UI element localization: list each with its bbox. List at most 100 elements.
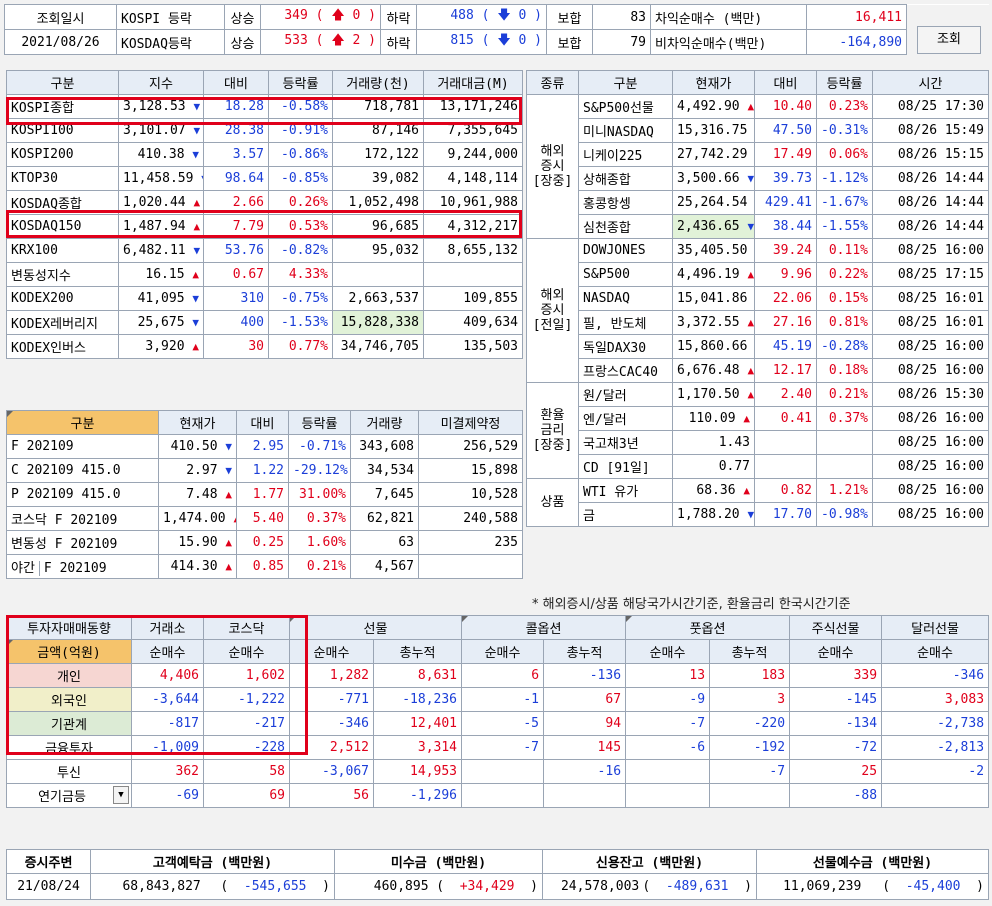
futures-change: 2.95 xyxy=(236,434,289,459)
index-row[interactable]: KOSDAQ종합 1,020.44 ▲ 2.66 0.26% 1,052,498 10,9… xyxy=(6,190,523,215)
funds-col-header: 신용잔고 (백만원) xyxy=(542,849,757,874)
investor-value xyxy=(543,783,627,808)
index-rate: -0.58% xyxy=(268,94,333,119)
futures-row[interactable]: F 202109 410.50 ▼ 2.95 -0.71% 343,608 256,529 xyxy=(6,434,523,459)
world-col-header: 시간 xyxy=(872,70,989,95)
investor-row[interactable]: 금융투자 -1,009 -228 2,512 3,314 -7 145 -6 -192 -72 -2… xyxy=(6,735,990,760)
rise-count: 349 ( 🡅 0 ) xyxy=(260,4,381,30)
futures-name: C 202109 415.0 xyxy=(6,458,159,483)
world-row[interactable]: 니케이22527,742.29 ▲17.490.06%08/26 15:15 xyxy=(527,142,989,167)
world-group-label: 상품 xyxy=(526,478,579,527)
index-row[interactable]: KOSPI100 3,101.07 ▼ 28.38 -0.91% 87,146 7,355… xyxy=(6,118,523,143)
world-row[interactable]: 필, 반도체 3,372.55 ▲ 27.16 0.81% 08/25 16:01 xyxy=(527,310,989,335)
world-row[interactable]: 해외 증시 [장중] S&P500선물 4,492.90 ▲ 10.40 0.23% 08/2… xyxy=(526,94,989,239)
world-time: 08/26 14:44 xyxy=(872,190,989,215)
index-rate: -0.75% xyxy=(268,286,333,311)
world-change xyxy=(754,454,817,479)
futures-row[interactable]: P 202109 415.0 7.48 ▲ 1.77 31.00% 7,645 10,52… xyxy=(6,482,523,507)
world-row[interactable]: 국고채3년 1.43 08/25 16:00 xyxy=(527,430,989,455)
index-amount: 4,312,217 xyxy=(423,214,523,239)
investor-dropdown-button[interactable]: ▼ xyxy=(113,786,129,804)
world-row[interactable]: 독일DAX3015,860.66 ▼45.19-0.28%08/25 16:00 xyxy=(527,334,989,359)
index-row[interactable]: KRX100 6,482.11 ▼ 53.76 -0.82% 95,032 8,655,1… xyxy=(6,238,523,263)
futures-col-header: 대비 xyxy=(236,410,289,435)
index-row[interactable]: KOSDAQ150 1,487.94 ▲ 7.79 0.53% 96,685 4,312,… xyxy=(6,214,523,239)
investor-row[interactable]: 투신 362 58 -3,067 14,953 -16 -7 25 -2 xyxy=(6,759,990,784)
credit-balance: 24,578,003( -489,631 ) xyxy=(542,873,757,900)
index-row[interactable]: KTOP3011,458.59 ▼98.64-0.85%39,0824,148,… xyxy=(6,166,523,191)
world-price: 15,316.75 ▼ xyxy=(672,118,755,143)
world-time: 08/25 16:00 xyxy=(872,430,989,455)
index-row[interactable]: KODEX레버리지 25,675 ▼ 400 -1.53% 15,828,338 409,… xyxy=(6,310,523,335)
world-row[interactable]: 상해종합 3,500.66 ▼ 39.73 -1.12% 08/26 14:44 xyxy=(527,166,989,191)
futures-price: 7.48 ▲ xyxy=(158,482,237,507)
investor-value xyxy=(709,783,791,808)
index-amount: 7,355,645 xyxy=(423,118,523,143)
world-change: 38.44 xyxy=(754,214,817,239)
world-col-header: 등락률 xyxy=(816,70,873,95)
investor-row[interactable]: 개인 4,406 1,602 1,282 8,631 6 -136 13 183 339 -346 xyxy=(6,663,990,688)
futures-row[interactable]: 변동성 F 202109 15.90 ▲ 0.25 1.60% 63 235 xyxy=(6,530,523,555)
investor-row[interactable]: 외국인 -3,644 -1,222 -771 -18,236 -1 67 -9 3 -145 3,0… xyxy=(6,687,990,712)
world-row[interactable]: NASDAQ15,041.86 ▲22.060.15%08/25 16:01 xyxy=(527,286,989,311)
up-arrow-icon: 🡅 xyxy=(331,33,345,48)
world-rate: 1.21% xyxy=(816,478,873,503)
world-row[interactable]: 엔/달러 110.09 ▲ 0.41 0.37% 08/26 16:00 xyxy=(527,406,989,431)
world-row[interactable]: 미니NASDAQ15,316.75 ▼47.50-0.31%08/26 15:4… xyxy=(527,118,989,143)
futures-rate: -0.71% xyxy=(288,434,351,459)
investor-value: -134 xyxy=(789,711,883,736)
world-change: 10.40 xyxy=(754,94,817,119)
futures-col-header: 현재가 xyxy=(158,410,237,435)
investor-value: 362 xyxy=(131,759,204,784)
investor-value: -192 xyxy=(709,735,791,760)
world-row[interactable]: 심천종합 2,436.65 ▼ 38.44 -1.55% 08/26 14:44 xyxy=(527,214,989,239)
index-row[interactable]: KODEX인버스 3,920 ▲ 30 0.77% 34,746,705 135,503 xyxy=(6,334,523,359)
investor-value: -217 xyxy=(203,711,290,736)
index-name: KRX100 xyxy=(6,238,119,263)
index-volume: 39,082 xyxy=(332,166,424,191)
index-amount: 109,855 xyxy=(423,286,523,311)
world-row[interactable]: S&P500 4,496.19 ▲ 9.96 0.22% 08/25 17:15 xyxy=(527,262,989,287)
world-rate: 0.15% xyxy=(816,286,873,311)
world-change: 0.41 xyxy=(754,406,817,431)
investor-col-header: 콜옵션 xyxy=(461,615,627,640)
funds-col-header: 증시주변 xyxy=(6,849,91,874)
index-row[interactable]: KOSPI200 410.38 ▼ 3.57 -0.86% 172,122 9,244,0… xyxy=(6,142,523,167)
futures-open-interest: 235 xyxy=(418,530,523,555)
world-row[interactable]: 금 1,788.20 ▼ 17.70 -0.98% 08/25 16:00 xyxy=(527,502,989,527)
world-row[interactable]: 홍콩항셍25,264.54 ▼429.41-1.67%08/26 14:44 xyxy=(527,190,989,215)
futures-row[interactable]: 야간 F 202109 414.30 ▲ 0.85 0.21% 4,567 xyxy=(6,554,523,579)
world-change: 17.70 xyxy=(754,502,817,527)
futures-table: 구분 현재가 대비 등락률 거래량 미결제약정 F 202109 410.50 ▼ 2.95-… xyxy=(6,410,523,579)
query-button[interactable]: 조회 xyxy=(917,25,981,54)
world-rate: 0.18% xyxy=(816,358,873,383)
world-change: 45.19 xyxy=(754,334,817,359)
world-row[interactable]: CD [91일] 0.77 08/25 16:00 xyxy=(527,454,989,479)
index-name: KODEX인버스 xyxy=(6,334,119,359)
arbitrage-label: 비차익순매수(백만) xyxy=(650,29,807,55)
futures-row[interactable]: 코스닥 F 2021091,474.00 ▲5.400.37%62,821240… xyxy=(6,506,523,531)
index-row[interactable]: KODEX200 41,095 ▼ 310 -0.75% 2,663,537 109,85… xyxy=(6,286,523,311)
world-row[interactable]: 환율 금리 [장중] 원/달러 1,170.50 ▲ 2.40 0.21% 08/26 15:… xyxy=(526,382,989,479)
investor-value: 25 xyxy=(789,759,883,784)
world-item-name: S&P500 xyxy=(578,262,673,287)
world-row[interactable]: 프랑스CAC40 6,676.48 ▲ 12.17 0.18% 08/25 16:00 xyxy=(527,358,989,383)
investor-col-header: 코스닥 xyxy=(203,615,290,640)
index-value: 41,095 ▼ xyxy=(118,286,204,311)
world-time: 08/25 16:00 xyxy=(872,238,989,263)
world-row[interactable]: 상품 WTI 유가 68.36 ▲ 0.82 1.21% 08/25 16:00 xyxy=(526,478,989,527)
index-row[interactable]: KOSPI종합 3,128.53 ▼ 18.28 -0.58% 718,781 13,17… xyxy=(6,94,523,119)
futures-row[interactable]: C 202109 415.0 2.97 ▼ 1.22 -29.12% 34,534 15,… xyxy=(6,458,523,483)
world-rate: 0.06% xyxy=(816,142,873,167)
flat-label: 보합 xyxy=(546,4,593,30)
world-rate: -0.31% xyxy=(816,118,873,143)
index-row[interactable]: 변동성지수 16.15 ▲ 0.67 4.33% xyxy=(6,262,523,287)
investor-row[interactable]: 기관계 -817 -217 -346 12,401 -5 94 -7 -220 -134 -2,73… xyxy=(6,711,990,736)
world-row[interactable]: 해외증시[전일]DOWJONES35,405.50 ▲39.240.11%08/… xyxy=(526,238,989,383)
market-name: KOSDAQ등락 xyxy=(116,29,225,55)
breadth-row: 2021/08/26 KOSDAQ등락 상승 533 ( 🡅 2 ) 하락 815 ( 🡇… xyxy=(4,29,989,55)
investor-sub-header: 순매수 xyxy=(789,639,883,664)
flat-count: 79 xyxy=(592,29,651,55)
investor-row[interactable]: 연기금등 ▼ -69 69 56 -1,296 -88 xyxy=(6,783,990,808)
index-value: 1,020.44 ▲ xyxy=(118,190,204,215)
